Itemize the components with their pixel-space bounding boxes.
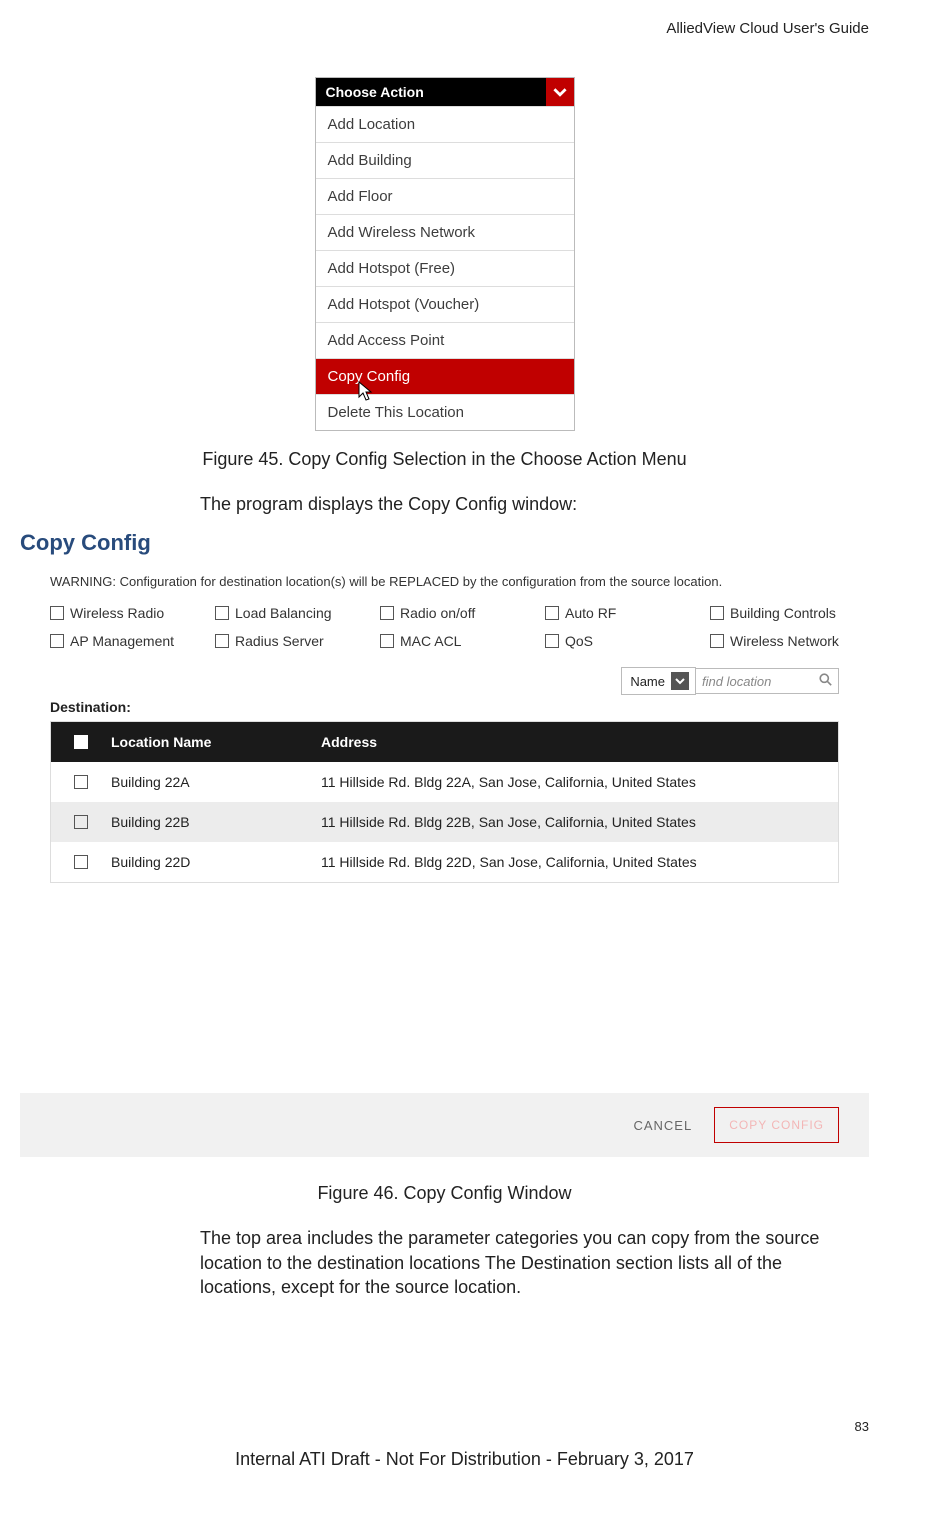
- check-building-controls[interactable]: Building Controls: [710, 605, 869, 621]
- checkbox-icon: [710, 606, 724, 620]
- check-label: Wireless Radio: [70, 605, 164, 621]
- dropdown-title: Choose Action: [316, 78, 434, 106]
- check-label: AP Management: [70, 633, 174, 649]
- checkbox-icon: [380, 634, 394, 648]
- paragraph-1: The program displays the Copy Config win…: [200, 492, 859, 516]
- search-field-selector[interactable]: Name: [621, 667, 696, 695]
- copy-config-title: Copy Config: [20, 530, 869, 556]
- dropdown-item-copy-config[interactable]: Copy Config: [316, 358, 574, 394]
- checkbox-icon: [50, 634, 64, 648]
- check-label: Radio on/off: [400, 605, 475, 621]
- dropdown-item-add-wireless-network[interactable]: Add Wireless Network: [316, 214, 574, 250]
- cell-address: 11 Hillside Rd. Bldg 22D, San Jose, Cali…: [311, 854, 828, 870]
- table-row[interactable]: Building 22B 11 Hillside Rd. Bldg 22B, S…: [51, 802, 838, 842]
- check-label: Wireless Network: [730, 633, 839, 649]
- header-address: Address: [311, 734, 828, 750]
- dropdown-item-add-floor[interactable]: Add Floor: [316, 178, 574, 214]
- select-all-checkbox[interactable]: [61, 734, 101, 750]
- check-wireless-radio[interactable]: Wireless Radio: [50, 605, 209, 621]
- checkbox-icon: [74, 855, 88, 869]
- dropdown-item-add-building[interactable]: Add Building: [316, 142, 574, 178]
- cell-address: 11 Hillside Rd. Bldg 22A, San Jose, Cali…: [311, 774, 828, 790]
- doc-header: AlliedView Cloud User's Guide: [20, 20, 869, 37]
- dropdown-item-add-location[interactable]: Add Location: [316, 106, 574, 142]
- destination-label: Destination:: [50, 699, 869, 715]
- cell-address: 11 Hillside Rd. Bldg 22B, San Jose, Cali…: [311, 814, 828, 830]
- copy-config-window: Copy Config WARNING: Configuration for d…: [20, 530, 869, 1157]
- paragraph-2: The top area includes the parameter cate…: [200, 1226, 859, 1299]
- table-row[interactable]: Building 22D 11 Hillside Rd. Bldg 22D, S…: [51, 842, 838, 882]
- cursor-icon: [356, 381, 374, 403]
- check-label: Building Controls: [730, 605, 836, 621]
- check-label: Radius Server: [235, 633, 324, 649]
- chevron-down-icon: [546, 78, 574, 106]
- check-radius-server[interactable]: Radius Server: [215, 633, 374, 649]
- checkbox-icon: [74, 815, 88, 829]
- checkbox-icon: [215, 606, 229, 620]
- check-wireless-network[interactable]: Wireless Network: [710, 633, 869, 649]
- search-icon: [819, 673, 832, 689]
- dialog-footer: CANCEL COPY CONFIG: [20, 1093, 869, 1157]
- row-checkbox[interactable]: [61, 855, 101, 869]
- figure-46-caption: Figure 46. Copy Config Window: [20, 1183, 869, 1204]
- copy-config-warning: WARNING: Configuration for destination l…: [50, 574, 869, 589]
- cell-location-name: Building 22D: [101, 854, 311, 870]
- row-checkbox[interactable]: [61, 775, 101, 789]
- cell-location-name: Building 22A: [101, 774, 311, 790]
- check-label: Load Balancing: [235, 605, 332, 621]
- checkbox-icon: [545, 634, 559, 648]
- chevron-down-icon: [671, 672, 689, 690]
- dropdown-item-add-access-point[interactable]: Add Access Point: [316, 322, 574, 358]
- header-location-name: Location Name: [101, 734, 311, 750]
- check-ap-management[interactable]: AP Management: [50, 633, 209, 649]
- figure-45-caption: Figure 45. Copy Config Selection in the …: [20, 449, 869, 470]
- cancel-button[interactable]: CANCEL: [633, 1118, 692, 1133]
- cell-location-name: Building 22B: [101, 814, 311, 830]
- checkbox-icon: [710, 634, 724, 648]
- dropdown-item-add-hotspot-free[interactable]: Add Hotspot (Free): [316, 250, 574, 286]
- param-checkboxes: Wireless Radio Load Balancing Radio on/o…: [50, 605, 869, 649]
- choose-action-dropdown: Choose Action Add Location Add Building …: [315, 77, 575, 431]
- check-radio-onoff[interactable]: Radio on/off: [380, 605, 539, 621]
- checkbox-icon: [74, 775, 88, 789]
- checkbox-icon: [215, 634, 229, 648]
- row-checkbox[interactable]: [61, 815, 101, 829]
- checkbox-icon: [380, 606, 394, 620]
- check-label: MAC ACL: [400, 633, 461, 649]
- copy-config-button[interactable]: COPY CONFIG: [714, 1107, 839, 1143]
- page-number: 83: [855, 1419, 869, 1434]
- check-label: QoS: [565, 633, 593, 649]
- table-row[interactable]: Building 22A 11 Hillside Rd. Bldg 22A, S…: [51, 762, 838, 802]
- check-label: Auto RF: [565, 605, 616, 621]
- search-input[interactable]: find location: [696, 668, 839, 694]
- check-auto-rf[interactable]: Auto RF: [545, 605, 704, 621]
- selector-value: Name: [630, 674, 665, 689]
- dropdown-item-add-hotspot-voucher[interactable]: Add Hotspot (Voucher): [316, 286, 574, 322]
- check-qos[interactable]: QoS: [545, 633, 704, 649]
- dropdown-item-delete-location[interactable]: Delete This Location: [316, 394, 574, 430]
- checkbox-icon: [545, 606, 559, 620]
- checkbox-icon: [74, 735, 88, 749]
- check-mac-acl[interactable]: MAC ACL: [380, 633, 539, 649]
- footer-draft-notice: Internal ATI Draft - Not For Distributio…: [0, 1449, 929, 1470]
- checkbox-icon: [50, 606, 64, 620]
- check-load-balancing[interactable]: Load Balancing: [215, 605, 374, 621]
- dropdown-header[interactable]: Choose Action: [316, 78, 574, 106]
- table-header: Location Name Address: [51, 722, 838, 762]
- destination-table: Location Name Address Building 22A 11 Hi…: [50, 721, 839, 883]
- search-placeholder: find location: [702, 674, 771, 689]
